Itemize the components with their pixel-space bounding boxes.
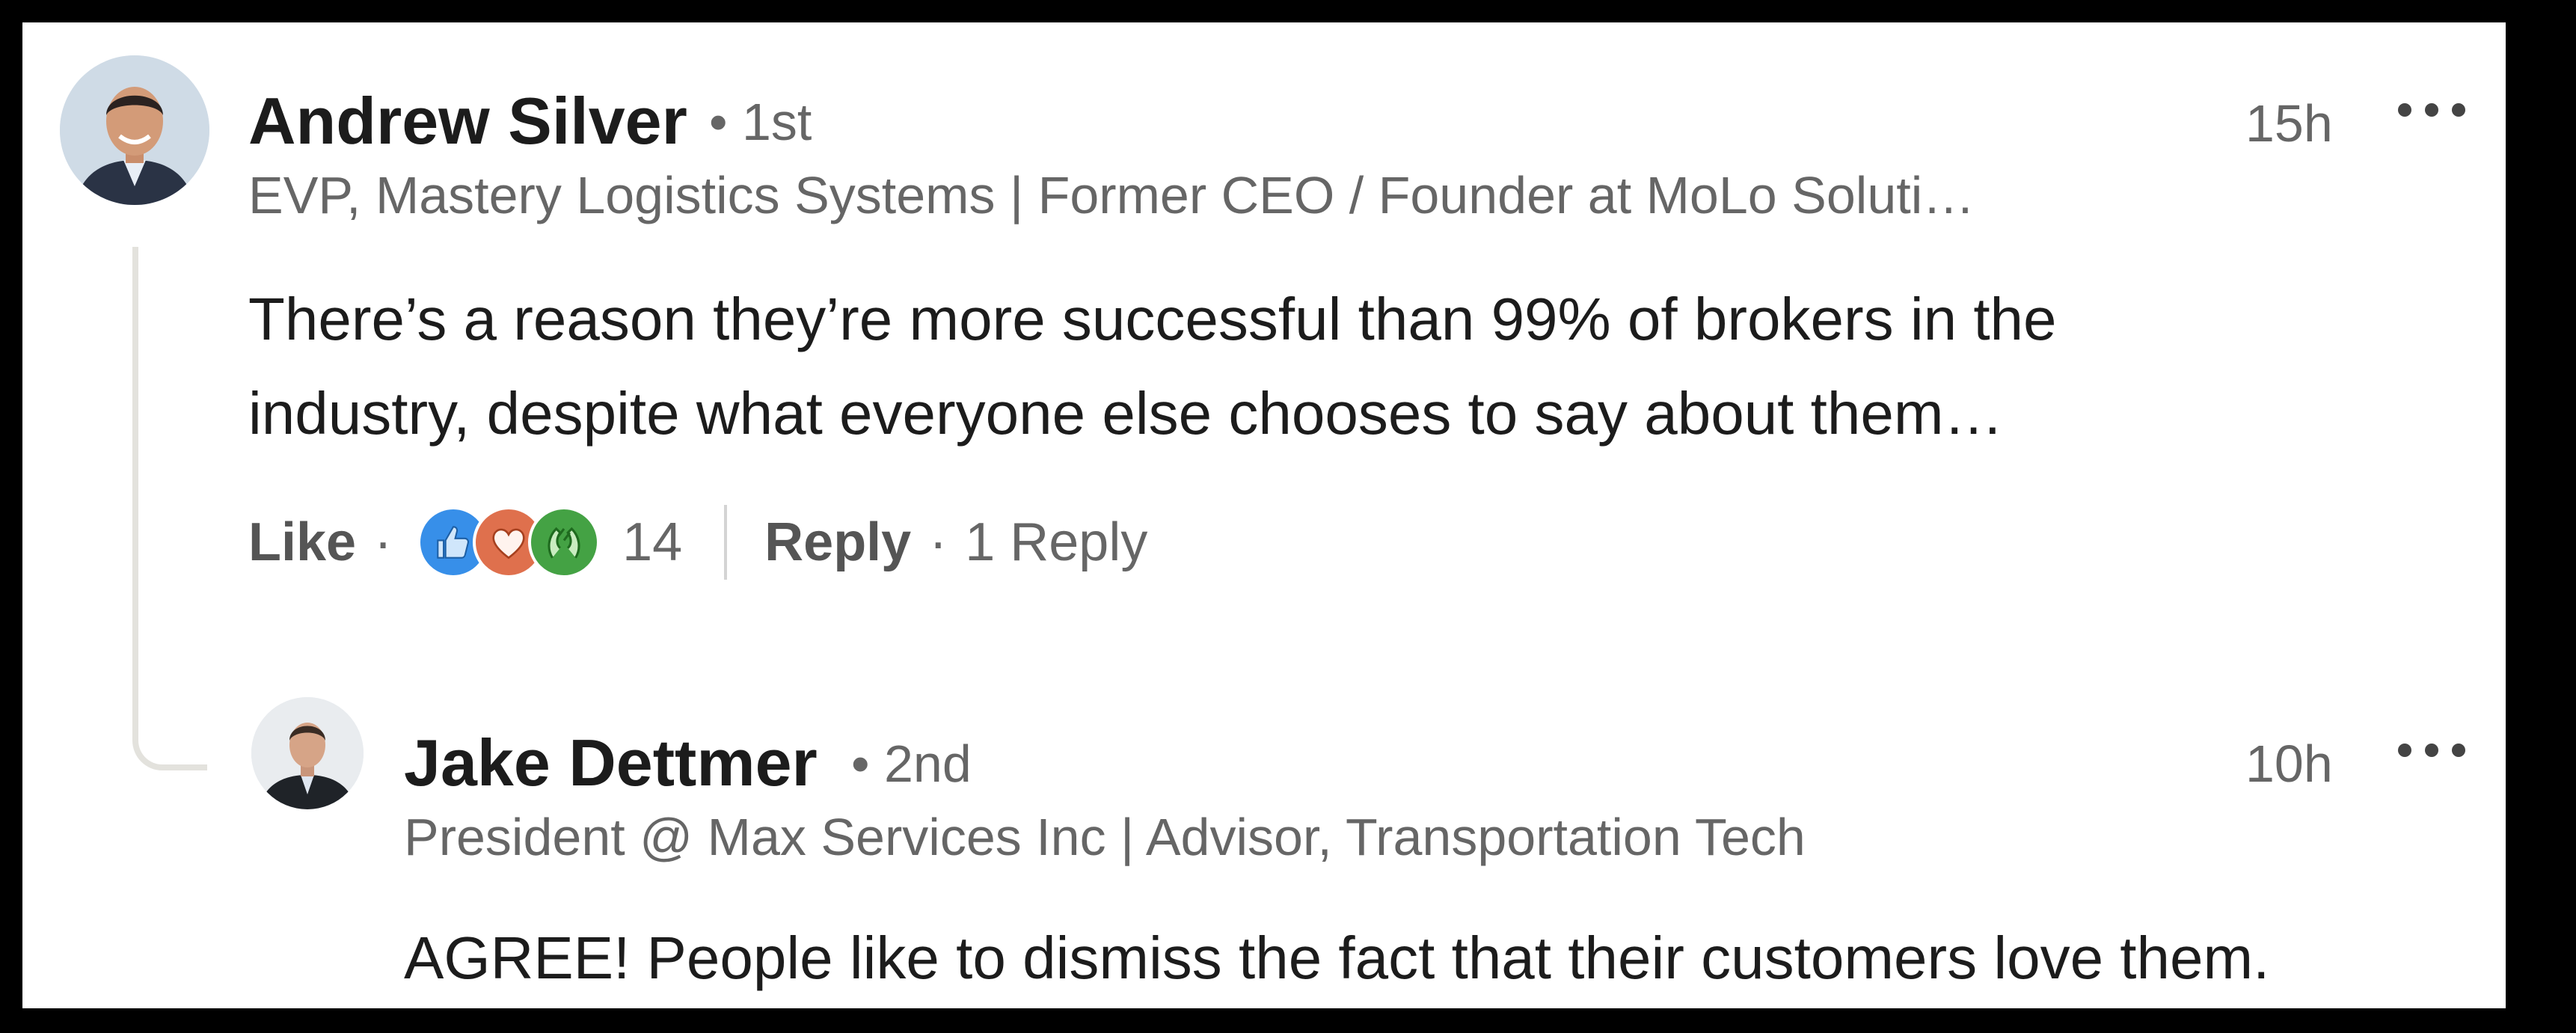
comment-text-line: industry, despite what everyone else cho… [248,380,2004,447]
reply-connection-degree: • 2nd [851,735,972,793]
reply-timestamp: 10h [2245,735,2333,793]
author-headline: EVP, Mastery Logistics Systems | Former … [248,166,1975,224]
reply-author-name[interactable]: Jake Dettmer [404,730,818,796]
comment-card: Andrew Silver • 1st EVP, Mastery Logisti… [22,22,2506,1008]
comment-actions: Like · 14 Reply · 1 Reply [248,501,1147,583]
avatar-image [251,697,364,809]
like-button[interactable]: Like [248,512,356,573]
reactions-summary[interactable] [417,506,601,578]
reply-count[interactable]: 1 Reply [965,512,1147,573]
reply-author-headline: President @ Max Services Inc | Advisor, … [404,808,1806,866]
divider [724,505,728,580]
comment-timestamp: 15h [2245,94,2333,153]
more-options-icon[interactable] [2398,99,2465,121]
avatar-image [60,55,209,205]
avatar[interactable] [60,55,209,205]
author-name[interactable]: Andrew Silver [248,88,687,154]
connection-degree: • 1st [709,93,812,151]
reply-button[interactable]: Reply [764,512,911,573]
comment-text: There’s a reason they’re more successful… [248,272,2057,461]
reaction-count[interactable]: 14 [622,512,682,573]
separator: · [374,512,393,572]
avatar[interactable] [251,697,364,809]
reply-text: AGREE! People like to dismiss the fact t… [404,925,2270,991]
celebrate-reaction-icon [528,506,601,578]
more-options-icon[interactable] [2398,739,2465,761]
separator: · [929,512,948,572]
thread-connector [132,247,207,770]
comment-text-line: There’s a reason they’re more successful… [248,286,2057,352]
